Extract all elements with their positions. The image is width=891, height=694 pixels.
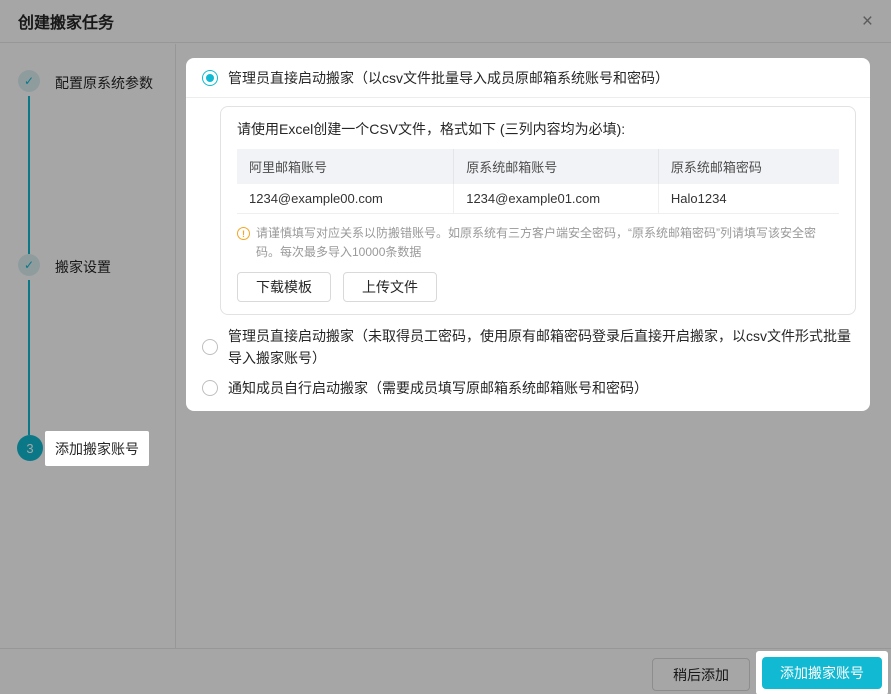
option-admin-no-password[interactable]: 管理员直接启动搬家（未取得员工密码，使用原有邮箱密码登录后直接开启搬家，以csv… xyxy=(186,315,870,373)
warning-icon: ! xyxy=(237,227,250,240)
option-notify-members[interactable]: 通知成员自行启动搬家（需要成员填写原邮箱系统邮箱账号和密码） xyxy=(186,373,870,411)
table-cell: 1234@example00.com xyxy=(237,184,455,214)
dialog-title: 创建搬家任务 xyxy=(18,15,115,32)
divider xyxy=(186,97,870,98)
caution-note: ! 请谨慎填写对应关系以防搬错账号。如原系统有三方客户端安全密码，“原系统邮箱密… xyxy=(237,224,839,262)
step3-number-badge: 3 xyxy=(17,435,43,461)
table-header-row: 阿里邮箱账号 原系统邮箱账号 原系统邮箱密码 xyxy=(237,149,839,184)
download-template-button[interactable]: 下载模板 xyxy=(237,272,331,302)
create-migration-dialog: 创建搬家任务 × ✓ 配置原系统参数 ✓ 搬家设置 3 添加搬家账号 管理员直接… xyxy=(0,0,891,694)
step-connector xyxy=(28,280,30,435)
dialog-header: 创建搬家任务 × xyxy=(0,0,891,43)
step-connector xyxy=(28,96,30,254)
add-later-button[interactable]: 稍后添加 xyxy=(652,658,750,691)
table-cell: 1234@example01.com xyxy=(453,184,659,214)
csv-format-table: 阿里邮箱账号 原系统邮箱账号 原系统邮箱密码 1234@example00.co… xyxy=(237,149,839,214)
step3-label: 添加搬家账号 xyxy=(55,440,139,457)
option-label: 通知成员自行启动搬家（需要成员填写原邮箱系统邮箱账号和密码） xyxy=(228,380,648,396)
radio-selected-icon[interactable] xyxy=(202,70,218,86)
add-migration-account-button[interactable]: 添加搬家账号 xyxy=(762,657,882,689)
csv-instructions-panel: 请使用Excel创建一个CSV文件，格式如下 (三列内容均为必填): 阿里邮箱账… xyxy=(220,106,856,315)
dialog-footer: 稍后添加 添加搬家账号 xyxy=(0,648,891,694)
radio-unselected-icon[interactable] xyxy=(202,339,218,355)
step2-check-icon: ✓ xyxy=(18,254,40,276)
migration-options-card: 管理员直接启动搬家（以csv文件批量导入成员原邮箱系统账号和密码） 请使用Exc… xyxy=(186,58,870,411)
table-cell: Halo1234 xyxy=(658,184,839,214)
steps-sidebar: ✓ 配置原系统参数 ✓ 搬家设置 3 添加搬家账号 xyxy=(0,44,176,648)
step3-label-spotlight: 添加搬家账号 xyxy=(45,431,149,466)
step2-label: 搬家设置 xyxy=(55,259,111,275)
csv-instruction-text: 请使用Excel创建一个CSV文件，格式如下 (三列内容均为必填): xyxy=(237,121,626,137)
option-label: 管理员直接启动搬家（以csv文件批量导入成员原邮箱系统账号和密码） xyxy=(228,70,669,86)
caution-note-text: 请谨慎填写对应关系以防搬错账号。如原系统有三方客户端安全密码，“原系统邮箱密码”… xyxy=(256,226,816,259)
option-label: 管理员直接启动搬家（未取得员工密码，使用原有邮箱密码登录后直接开启搬家，以csv… xyxy=(228,328,851,366)
column-header: 阿里邮箱账号 xyxy=(237,149,455,184)
column-header: 原系统邮箱密码 xyxy=(658,149,839,184)
upload-file-button[interactable]: 上传文件 xyxy=(343,272,437,302)
column-header: 原系统邮箱账号 xyxy=(453,149,659,184)
option-admin-csv[interactable]: 管理员直接启动搬家（以csv文件批量导入成员原邮箱系统账号和密码） xyxy=(186,58,870,97)
primary-button-spotlight: 添加搬家账号 xyxy=(756,651,888,694)
table-row: 1234@example00.com 1234@example01.com Ha… xyxy=(237,184,839,214)
step1-check-icon: ✓ xyxy=(18,70,40,92)
step1-label: 配置原系统参数 xyxy=(55,75,153,91)
radio-unselected-icon[interactable] xyxy=(202,380,218,396)
close-icon[interactable]: × xyxy=(862,12,873,31)
